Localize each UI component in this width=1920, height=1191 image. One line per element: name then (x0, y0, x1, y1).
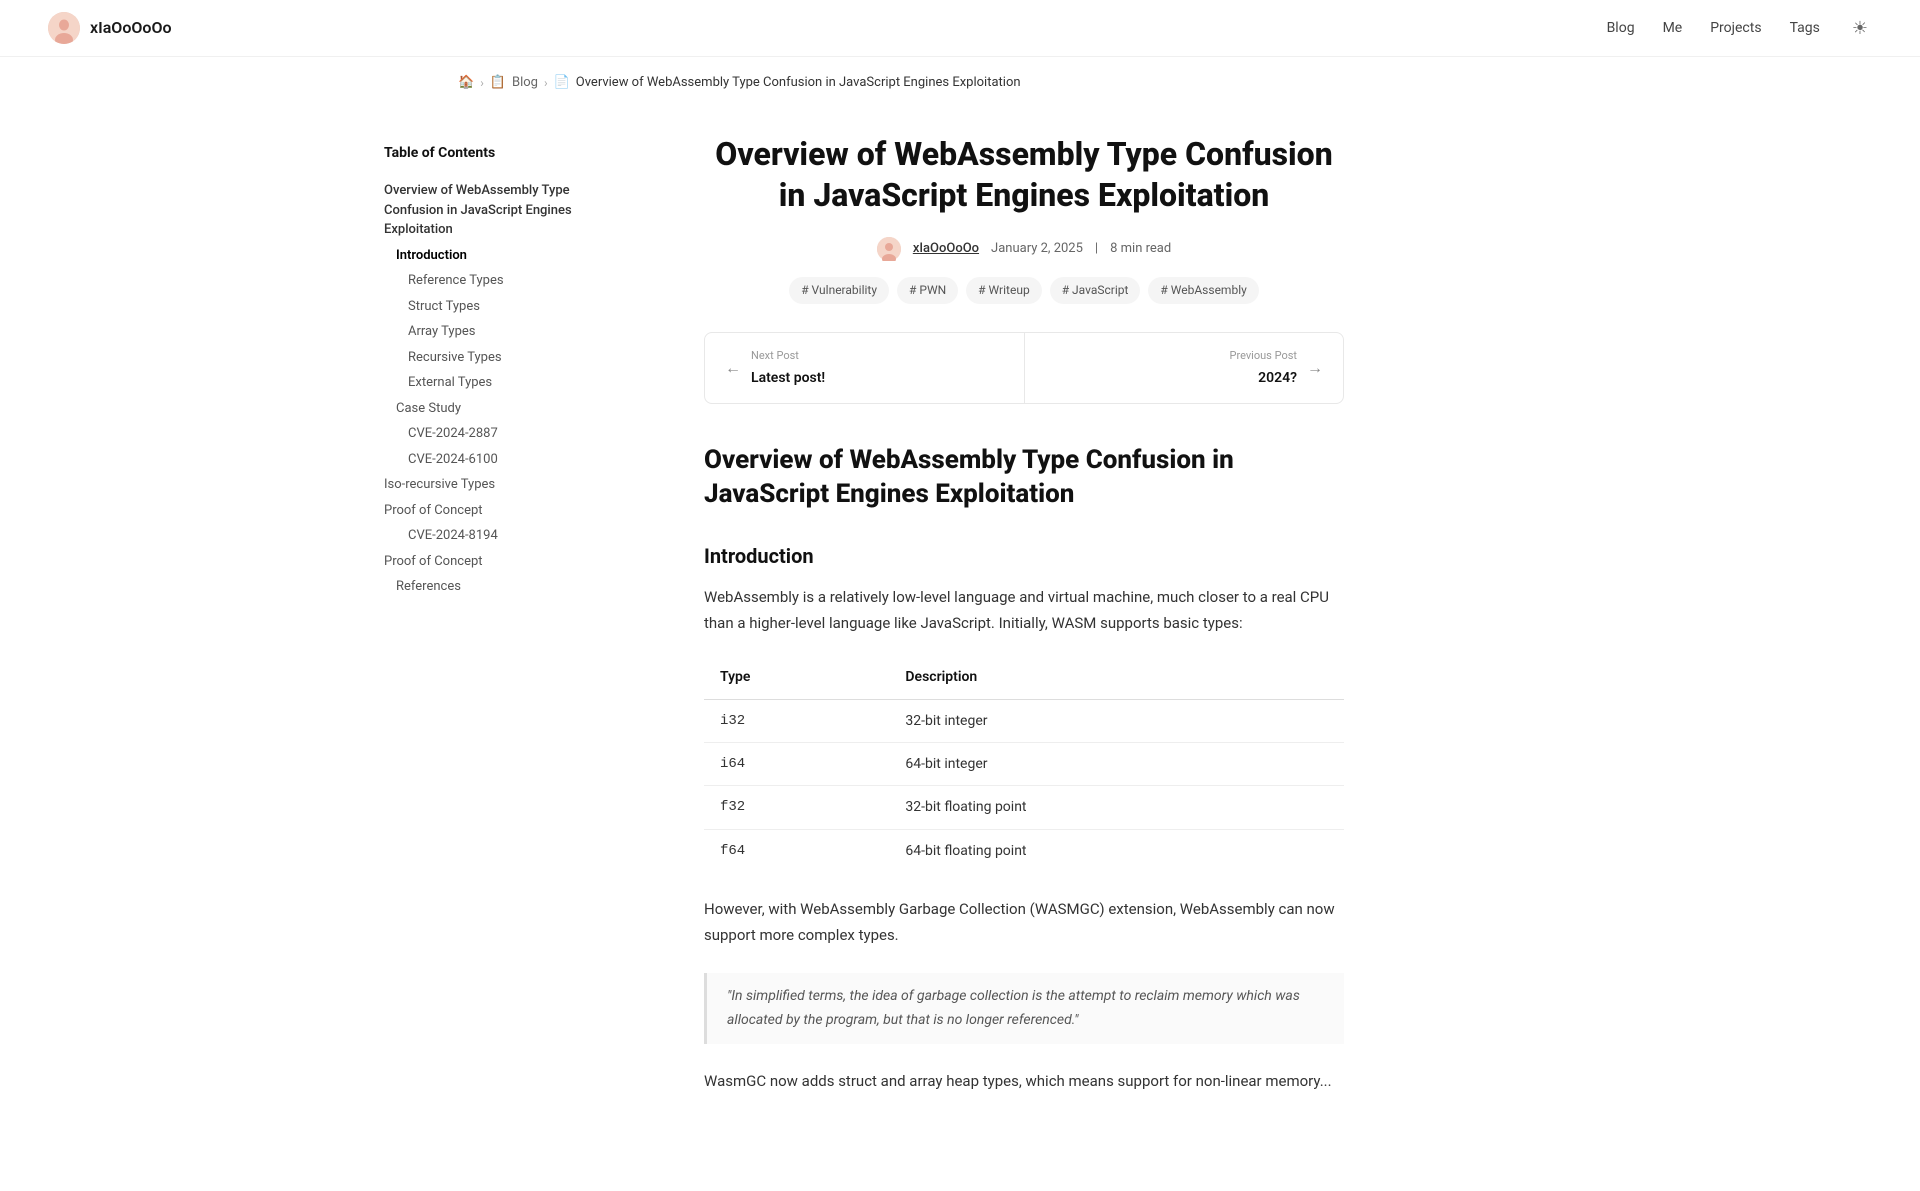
types-table: Type Description i3232-bit integeri6464-… (704, 656, 1344, 872)
nav-links: Blog Me Projects Tags ☀ (1607, 14, 1872, 43)
author-avatar (877, 237, 901, 261)
breadcrumb-sep2: › (544, 74, 548, 93)
prev-post-link[interactable]: Previous Post 2024? → (1025, 333, 1344, 403)
tag[interactable]: # Vulnerability (789, 277, 889, 304)
nav-projects[interactable]: Projects (1710, 17, 1761, 39)
intro-para2: However, with WebAssembly Garbage Collec… (704, 896, 1344, 949)
main-content: Overview of WebAssembly Type Confusion i… (644, 94, 1344, 1191)
tag[interactable]: # WebAssembly (1148, 277, 1258, 304)
toc-list: Overview of WebAssembly Type Confusion i… (384, 178, 628, 600)
table-cell: f32 (704, 786, 889, 829)
col-type: Type (704, 656, 889, 699)
article-sep: | (1095, 239, 1098, 260)
breadcrumb-blog-icon: 📋 (490, 73, 506, 94)
prev-post-info: Previous Post 2024? (1230, 347, 1298, 389)
intro-para1: WebAssembly is a relatively low-level la… (704, 584, 1344, 637)
table-cell: 32-bit integer (889, 699, 1344, 742)
article-body: Overview of WebAssembly Type Confusion i… (704, 444, 1344, 1094)
prev-post-label: Previous Post (1230, 347, 1298, 365)
article-read-time: 8 min read (1110, 239, 1171, 260)
next-post-title: Latest post! (751, 370, 825, 386)
tag[interactable]: # PWN (897, 277, 958, 304)
article-title: Overview of WebAssembly Type Confusion i… (704, 134, 1344, 217)
page-layout: Table of Contents Overview of WebAssembl… (360, 94, 1560, 1191)
prev-post-title: 2024? (1258, 370, 1297, 386)
toc-item[interactable]: Recursive Types (408, 345, 628, 371)
tag[interactable]: # Writeup (966, 277, 1042, 304)
table-cell: i64 (704, 743, 889, 786)
table-cell: 64-bit integer (889, 743, 1344, 786)
table-cell: 64-bit floating point (889, 829, 1344, 872)
tags-container: # Vulnerability # PWN # Writeup # JavaScrip… (704, 277, 1344, 304)
article-main-heading: Overview of WebAssembly Type Confusion i… (704, 444, 1344, 512)
toc-item[interactable]: External Types (408, 370, 628, 396)
toc-item[interactable]: Iso-recursive Types (384, 472, 628, 498)
breadcrumb-sep1: › (480, 74, 484, 93)
toc-item[interactable]: References (396, 574, 628, 600)
next-post-arrow: ← (725, 355, 741, 381)
table-row: f6464-bit floating point (704, 829, 1344, 872)
intro-heading: Introduction (704, 540, 1344, 572)
table-row: i6464-bit integer (704, 743, 1344, 786)
prev-post-arrow: → (1307, 355, 1323, 381)
breadcrumb-blog[interactable]: Blog (512, 73, 538, 94)
para3: WasmGC now adds struct and array heap ty… (704, 1068, 1344, 1094)
toc-item[interactable]: Proof of Concept (384, 498, 628, 524)
toc-item[interactable]: Introduction (396, 243, 628, 269)
author-name[interactable]: xIaOoOoOo (913, 239, 979, 260)
next-post-info: Next Post Latest post! (751, 347, 825, 389)
toc-item[interactable]: Struct Types (408, 294, 628, 320)
table-row: i3232-bit integer (704, 699, 1344, 742)
table-cell: 32-bit floating point (889, 786, 1344, 829)
article-meta: xIaOoOoOo January 2, 2025 | 8 min read (704, 237, 1344, 261)
table-body: i3232-bit integeri6464-bit integerf3232-… (704, 699, 1344, 872)
table-header-row: Type Description (704, 656, 1344, 699)
toc-item[interactable]: CVE-2024-6100 (408, 447, 628, 473)
nav-tags[interactable]: Tags (1790, 17, 1820, 39)
nav-brand[interactable]: xIaOoOoOo (48, 12, 172, 44)
next-post-label: Next Post (751, 347, 825, 365)
navbar: xIaOoOoOo Blog Me Projects Tags ☀ (0, 0, 1920, 57)
table-cell: f64 (704, 829, 889, 872)
next-post-link[interactable]: ← Next Post Latest post! (705, 333, 1025, 403)
table-row: f3232-bit floating point (704, 786, 1344, 829)
table-head: Type Description (704, 656, 1344, 699)
tag[interactable]: # JavaScript (1050, 277, 1141, 304)
toc-item[interactable]: Case Study (396, 396, 628, 422)
sidebar-toc: Table of Contents Overview of WebAssembl… (384, 94, 644, 1114)
breadcrumb: 🏠 › 📋 Blog › 📄 Overview of WebAssembly T… (410, 57, 1510, 94)
article-date: January 2, 2025 (991, 239, 1083, 260)
toc-item[interactable]: CVE-2024-8194 (408, 523, 628, 549)
article-blockquote: "In simplified terms, the idea of garbag… (704, 973, 1344, 1045)
brand-avatar (48, 12, 80, 44)
post-nav: ← Next Post Latest post! Previous Post 2… (704, 332, 1344, 404)
breadcrumb-page: Overview of WebAssembly Type Confusion i… (576, 73, 1021, 94)
toc-item[interactable]: Overview of WebAssembly Type Confusion i… (384, 178, 628, 243)
toc-item[interactable]: Reference Types (408, 268, 628, 294)
table-cell: i32 (704, 699, 889, 742)
col-description: Description (889, 656, 1344, 699)
breadcrumb-page-icon: 📄 (554, 73, 570, 94)
toc-title: Table of Contents (384, 142, 628, 164)
breadcrumb-home[interactable]: 🏠 (458, 73, 474, 94)
nav-blog[interactable]: Blog (1607, 17, 1635, 39)
brand-name: xIaOoOoOo (90, 15, 172, 41)
toc-item[interactable]: Array Types (408, 319, 628, 345)
toc-item[interactable]: CVE-2024-2887 (408, 421, 628, 447)
nav-me[interactable]: Me (1663, 17, 1683, 39)
toc-item[interactable]: Proof of Concept (384, 549, 628, 575)
blockquote-text: "In simplified terms, the idea of garbag… (727, 985, 1324, 1033)
theme-toggle-button[interactable]: ☀ (1848, 14, 1872, 43)
